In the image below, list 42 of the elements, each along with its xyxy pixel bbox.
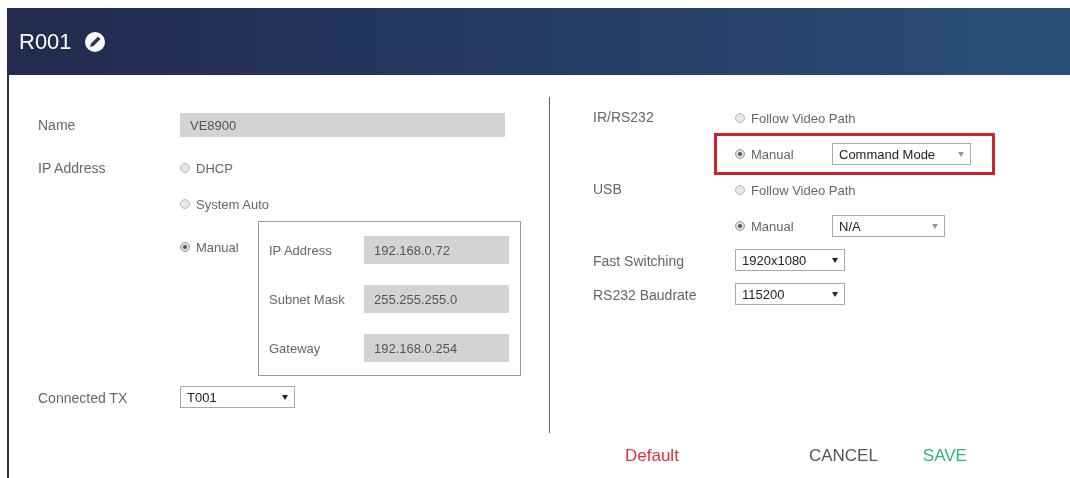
field-label: IP Address [38, 159, 107, 178]
radio-label[interactable]: Manual [751, 146, 794, 162]
radio-button[interactable] [180, 242, 190, 252]
text-field[interactable]: 255.255.255.0 [364, 285, 509, 313]
dropdown[interactable]: T001 [180, 386, 295, 408]
caret-icon [282, 394, 288, 400]
caret-icon [958, 151, 964, 157]
text-field[interactable]: 192.168.0.72 [364, 236, 509, 264]
caret-icon [832, 257, 838, 263]
radio-button[interactable] [735, 185, 745, 195]
radio-label[interactable]: Follow Video Path [751, 110, 856, 126]
radio-button[interactable] [180, 163, 190, 173]
radio-label[interactable]: System Auto [196, 196, 269, 212]
default-button[interactable]: Default [625, 445, 679, 466]
radio-button[interactable] [735, 221, 745, 231]
dropdown[interactable]: 115200 [735, 283, 845, 305]
caret-icon [932, 223, 938, 229]
radio-label[interactable]: Manual [196, 239, 239, 255]
field-label: Fast Switching [593, 252, 686, 271]
dropdown[interactable]: N/A [832, 215, 945, 237]
field-label: IR/RS232 [593, 108, 655, 127]
text-field[interactable]: VE8900 [180, 113, 505, 137]
cancel-button[interactable]: CANCEL [808, 445, 878, 466]
edit-icon[interactable] [83, 30, 106, 53]
caret-icon [832, 291, 838, 297]
field-label: Gateway [269, 340, 322, 356]
radio-label[interactable]: DHCP [196, 160, 233, 176]
radio-button[interactable] [735, 149, 745, 159]
field-label: Subnet Mask [269, 291, 346, 307]
field-label: IP Address [269, 242, 333, 258]
field-label: RS232 Baudrate [593, 286, 698, 305]
dropdown[interactable]: Command Mode [832, 143, 971, 165]
radio-button[interactable] [180, 199, 190, 209]
field-label: USB [593, 180, 623, 199]
field-label: Name [38, 116, 77, 135]
radio-label[interactable]: Manual [751, 218, 794, 234]
radio-button[interactable] [735, 113, 745, 123]
dropdown[interactable]: 1920x1080 [735, 249, 845, 271]
radio-label[interactable]: Follow Video Path [751, 182, 856, 198]
text-field[interactable]: 192.168.0.254 [364, 334, 509, 362]
field-label: Connected TX [38, 389, 129, 408]
window-title: R001 [19, 28, 72, 55]
